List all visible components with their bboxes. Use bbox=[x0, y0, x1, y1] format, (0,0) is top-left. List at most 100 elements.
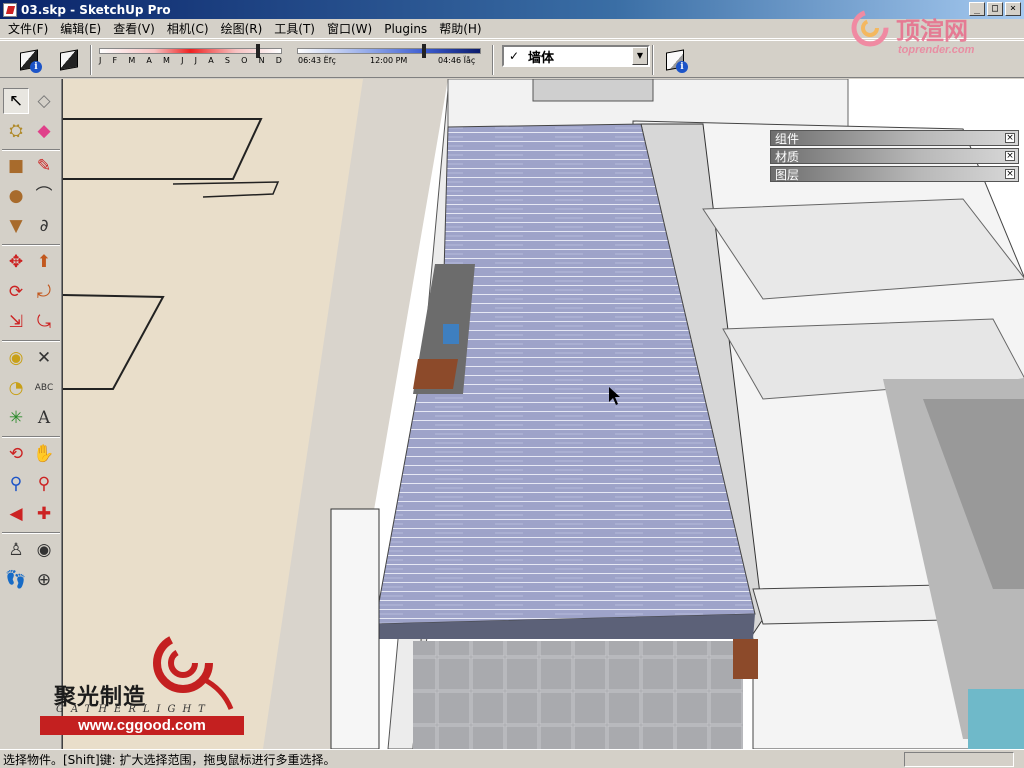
close-icon[interactable]: × bbox=[1005, 133, 1015, 143]
layers-panel-header[interactable]: 图层 × bbox=[770, 166, 1019, 182]
offset-tool[interactable]: ⤿ bbox=[31, 309, 57, 335]
display-shadows-button[interactable] bbox=[54, 45, 84, 75]
menu-tools[interactable]: 工具(T) bbox=[268, 20, 321, 37]
menu-help[interactable]: 帮助(H) bbox=[433, 20, 487, 37]
lower-floor-tiles bbox=[413, 641, 743, 749]
month-label: O bbox=[241, 56, 248, 65]
zoom-tool[interactable]: ⚲ bbox=[3, 471, 29, 497]
maximize-button[interactable]: □ bbox=[987, 2, 1003, 16]
toolbar-separator bbox=[492, 45, 494, 75]
shadow-settings-button[interactable]: i bbox=[14, 45, 44, 75]
menu-window[interactable]: 窗口(W) bbox=[321, 20, 378, 37]
month-label: D bbox=[275, 56, 282, 65]
toprender-swirl-icon bbox=[851, 9, 889, 47]
freehand-tool[interactable]: ∂ bbox=[31, 213, 57, 239]
components-panel-header[interactable]: 组件 × bbox=[770, 130, 1019, 146]
minimize-button[interactable]: _ bbox=[969, 2, 985, 16]
tool-separator bbox=[2, 149, 60, 151]
select-tool[interactable]: ↖ bbox=[3, 88, 29, 114]
pool-glass bbox=[968, 689, 1024, 749]
tool-separator bbox=[2, 340, 60, 342]
menu-view[interactable]: 查看(V) bbox=[107, 20, 161, 37]
tape-measure-tool[interactable]: ◉ bbox=[3, 345, 29, 371]
pencil-line-tool[interactable]: ✎ bbox=[31, 153, 57, 179]
dimension-tool[interactable]: ✕ bbox=[31, 345, 57, 371]
previous-view-tool[interactable]: ◀ bbox=[3, 501, 29, 527]
rotate-tool[interactable]: ⟳ bbox=[3, 279, 29, 305]
window-title: 03.skp - SketchUp Pro bbox=[21, 2, 171, 17]
tools-palette: ↖ ◇ ⛭ ◆ ■ ✎ ● ⌒ ▼ ∂ ✥ ⬆ ⟳ ⤾ ⇲ ⤿ ◉ ✕ ◔ AB… bbox=[0, 79, 62, 749]
arc-tool[interactable]: ⌒ bbox=[31, 183, 57, 209]
text-tool[interactable]: ABC bbox=[31, 375, 57, 401]
menu-file[interactable]: 文件(F) bbox=[2, 20, 54, 37]
close-icon[interactable]: × bbox=[1005, 169, 1015, 179]
window-controls: _ □ × bbox=[969, 2, 1021, 16]
current-layer-dropdown[interactable]: ✓ 墙体 ▼ bbox=[502, 45, 650, 67]
menu-draw[interactable]: 绘图(R) bbox=[215, 20, 269, 37]
position-camera-tool[interactable]: ♙ bbox=[3, 537, 29, 563]
orbit-tool[interactable]: ⟲ bbox=[3, 441, 29, 467]
zoom-extents-tool[interactable]: ✚ bbox=[31, 501, 57, 527]
window-glass bbox=[443, 324, 459, 344]
tool-separator bbox=[2, 436, 60, 438]
watermark-url: www.cggood.com bbox=[40, 716, 244, 735]
eraser-tool[interactable]: ◇ bbox=[31, 88, 57, 114]
model-viewport[interactable]: 组件 × 材质 × 图层 × bbox=[62, 79, 1024, 749]
current-layer-name: 墙体 bbox=[528, 50, 555, 66]
follow-me-tool[interactable]: ⤾ bbox=[31, 279, 57, 305]
status-hint-text: 选择物件。[Shift]键: 扩大选择范围，拖曳鼠标进行多重选择。 bbox=[3, 752, 336, 767]
menu-plugins[interactable]: Plugins bbox=[378, 22, 433, 36]
protractor-tool[interactable]: ◔ bbox=[3, 375, 29, 401]
circle-tool[interactable]: ● bbox=[3, 183, 29, 209]
close-icon[interactable]: × bbox=[1005, 151, 1015, 161]
materials-panel-header[interactable]: 材质 × bbox=[770, 148, 1019, 164]
components-panel-title: 组件 bbox=[775, 132, 800, 146]
scale-tool[interactable]: ⇲ bbox=[3, 309, 29, 335]
close-button[interactable]: × bbox=[1005, 2, 1021, 16]
rectangle-tool[interactable]: ■ bbox=[3, 153, 29, 179]
push-pull-tool[interactable]: ⬆ bbox=[31, 249, 57, 275]
chevron-down-icon[interactable]: ▼ bbox=[632, 47, 648, 65]
month-label: J bbox=[194, 56, 198, 65]
check-icon: ✓ bbox=[508, 49, 520, 63]
menu-camera[interactable]: 相机(C) bbox=[161, 20, 215, 37]
tool-separator bbox=[2, 532, 60, 534]
layer-manager-button[interactable]: i bbox=[660, 45, 690, 75]
look-around-icon[interactable]: ◉ bbox=[31, 537, 57, 563]
month-label: M bbox=[163, 56, 170, 65]
section-plane-tool[interactable]: ⊕ bbox=[31, 567, 57, 593]
3d-text-tool[interactable]: A bbox=[31, 405, 57, 431]
lower-door bbox=[733, 639, 758, 679]
date-slider[interactable] bbox=[99, 48, 282, 54]
tool-separator bbox=[2, 244, 60, 246]
toolbar-separator bbox=[90, 45, 92, 75]
info-icon: i bbox=[676, 61, 688, 73]
zoom-window-tool[interactable]: ⚲ bbox=[31, 471, 57, 497]
time-slider-thumb[interactable] bbox=[421, 44, 426, 58]
toprender-chinese-text: 顶渲网 bbox=[896, 16, 968, 45]
make-component-tool[interactable]: ⛭ bbox=[3, 118, 29, 144]
paint-bucket-tool[interactable]: ◆ bbox=[31, 118, 57, 144]
measurements-box[interactable] bbox=[904, 752, 1014, 767]
axes-tool[interactable]: ✳ bbox=[3, 405, 29, 431]
toprender-brand: 顶渲网 bbox=[850, 8, 968, 48]
time-slider[interactable] bbox=[297, 48, 481, 54]
back-balcony bbox=[532, 79, 654, 102]
month-label: J bbox=[181, 56, 184, 65]
toprender-url: toprender.com bbox=[898, 44, 975, 56]
menu-edit[interactable]: 编辑(E) bbox=[54, 20, 107, 37]
move-tool[interactable]: ✥ bbox=[3, 249, 29, 275]
sketchup-app-icon bbox=[3, 2, 17, 17]
noon-time-label: 12:00 PM bbox=[370, 56, 408, 65]
front-column bbox=[330, 508, 380, 749]
polygon-tool[interactable]: ▼ bbox=[3, 213, 29, 239]
status-bar: 选择物件。[Shift]键: 扩大选择范围，拖曳鼠标进行多重选择。 bbox=[0, 749, 1024, 768]
pan-tool[interactable]: ✋ bbox=[31, 441, 57, 467]
wooden-stair bbox=[413, 359, 458, 389]
sketchup-window: 03.skp - SketchUp Pro _ □ × 文件(F) 编辑(E) … bbox=[0, 0, 1024, 768]
month-label: A bbox=[146, 56, 152, 65]
month-label: S bbox=[224, 56, 230, 65]
walk-tool[interactable]: 👣 bbox=[3, 567, 29, 593]
month-label: J bbox=[99, 56, 102, 65]
materials-panel-title: 材质 bbox=[775, 150, 800, 164]
